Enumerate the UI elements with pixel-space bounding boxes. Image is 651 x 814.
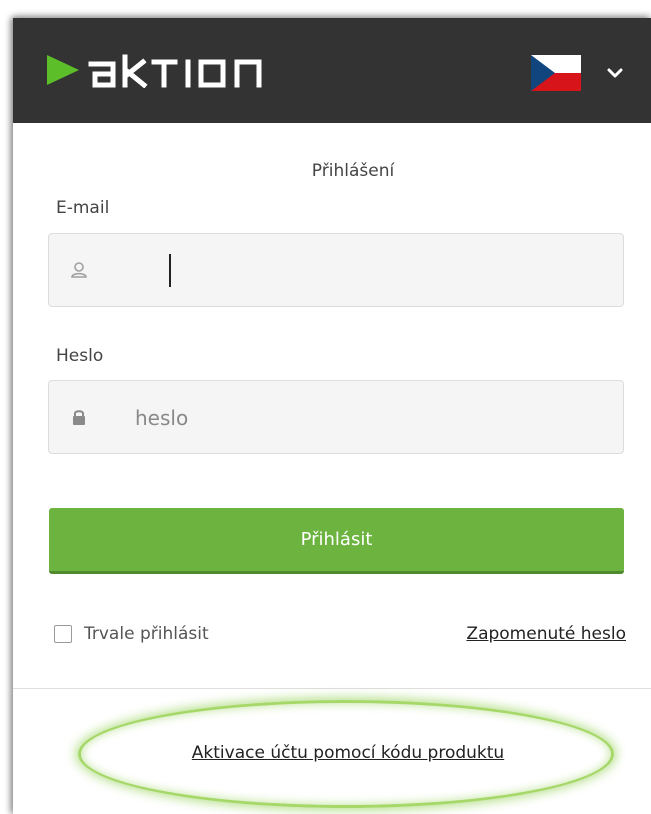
chevron-down-icon xyxy=(607,68,623,78)
login-panel: Přihlášení E-mail Heslo heslo Přihlásit … xyxy=(13,18,651,814)
password-label: Heslo xyxy=(56,346,104,366)
activation-link[interactable]: Aktivace účtu pomocí kódu produktu xyxy=(13,743,651,763)
czech-flag-icon xyxy=(531,55,581,91)
email-field[interactable] xyxy=(48,233,624,307)
forgot-password-link[interactable]: Zapomenuté heslo xyxy=(466,624,626,644)
remember-checkbox[interactable] xyxy=(54,625,72,643)
password-placeholder: heslo xyxy=(135,406,189,430)
user-icon xyxy=(71,262,87,278)
language-selector[interactable] xyxy=(531,55,631,91)
login-button[interactable]: Přihlásit xyxy=(49,508,624,574)
remember-label: Trvale přihlásit xyxy=(84,624,209,644)
screenshot-frame: Přihlášení E-mail Heslo heslo Přihlásit … xyxy=(0,0,651,814)
password-field[interactable]: heslo xyxy=(48,380,624,454)
text-caret xyxy=(169,254,171,287)
email-label: E-mail xyxy=(56,198,110,218)
divider xyxy=(13,688,651,689)
app-header xyxy=(13,18,651,123)
login-title: Přihlášení xyxy=(311,161,395,181)
aktion-logo xyxy=(47,54,262,88)
lock-icon xyxy=(73,410,85,425)
